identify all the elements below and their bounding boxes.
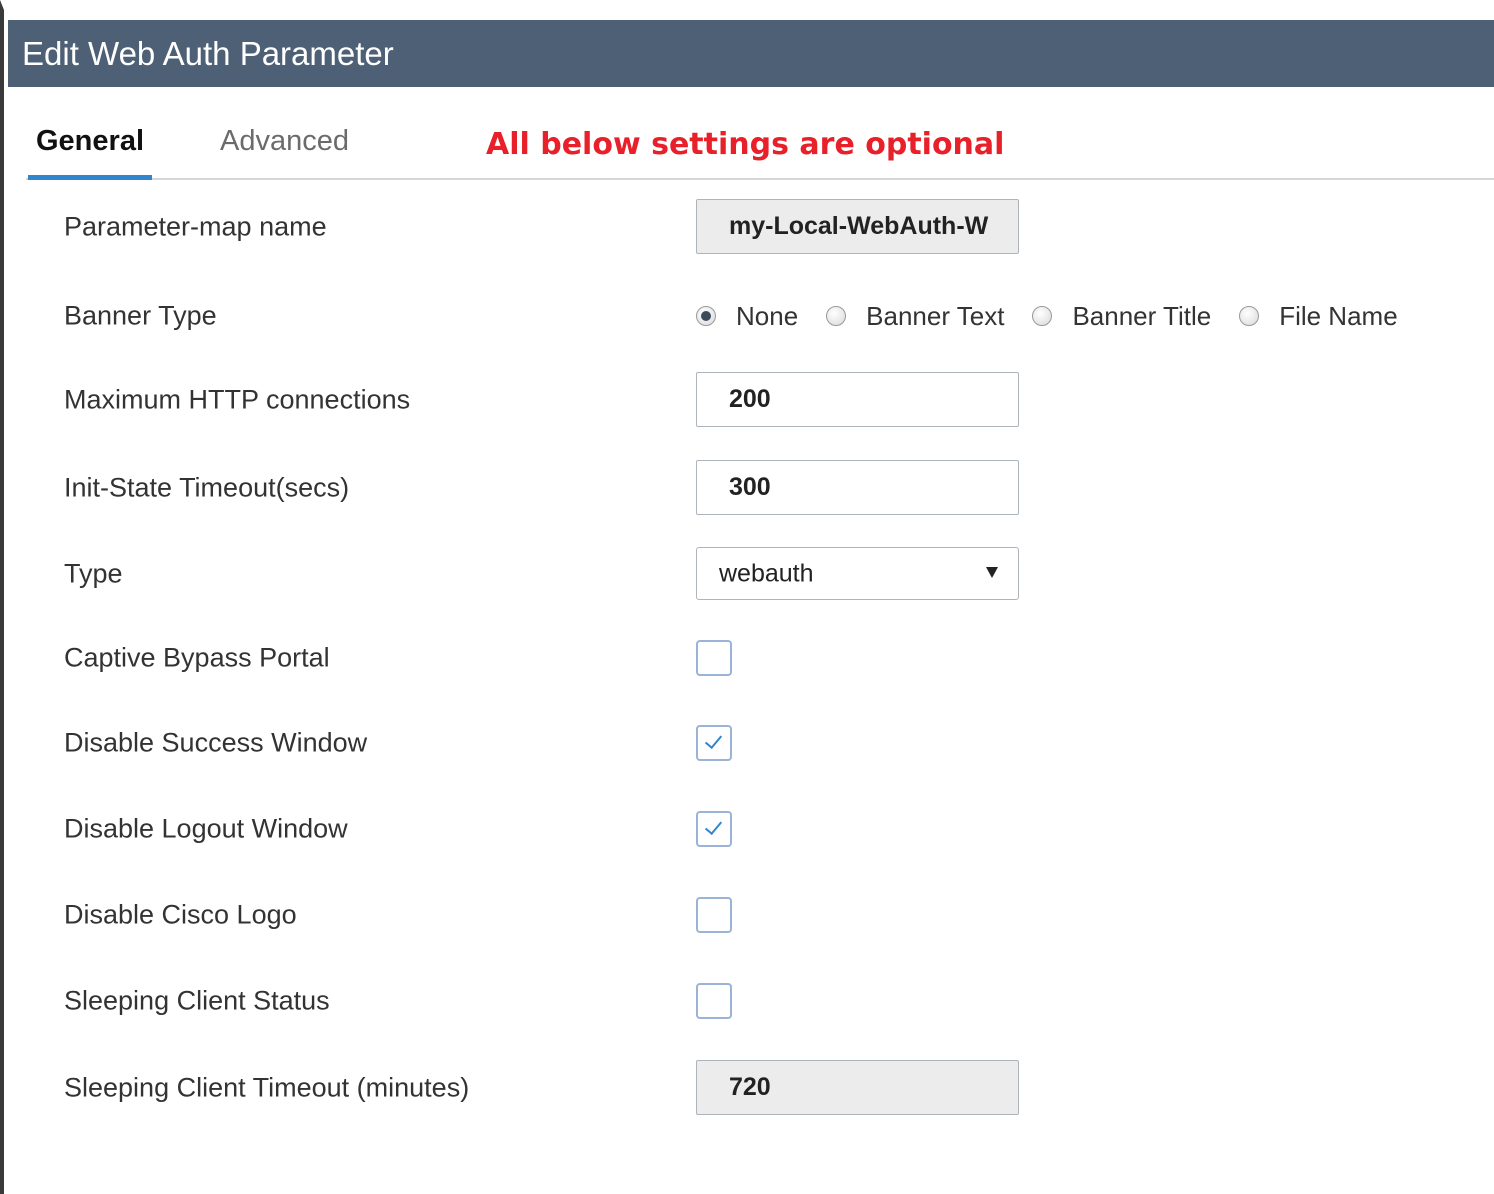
disable-success-window-label: Disable Success Window <box>64 727 368 758</box>
radio-banner-title-icon[interactable] <box>1032 306 1053 326</box>
radio-file-name-icon[interactable] <box>1239 306 1260 326</box>
max-http-connections-label: Maximum HTTP connections <box>64 384 411 415</box>
captive-bypass-portal-label: Captive Bypass Portal <box>64 642 330 673</box>
banner-type-radio-group: None Banner Text Banner Title File Name <box>696 286 1426 346</box>
radio-file-name-label: File Name <box>1279 300 1398 331</box>
init-state-timeout-input[interactable] <box>696 460 1019 515</box>
optional-settings-note: All below settings are optional <box>486 127 1005 162</box>
disable-logout-window-label: Disable Logout Window <box>64 813 348 844</box>
row-captive-bypass-portal: Captive Bypass Portal <box>4 628 1494 688</box>
banner-type-option-none[interactable]: None <box>696 301 798 332</box>
sleeping-client-status-label: Sleeping Client Status <box>64 985 330 1016</box>
parameter-map-name-label: Parameter-map name <box>64 211 327 242</box>
captive-bypass-portal-checkbox[interactable] <box>696 640 732 676</box>
parameter-map-name-input[interactable] <box>696 199 1019 254</box>
row-type: Type webauth <box>4 547 1494 600</box>
type-label: Type <box>64 558 123 588</box>
tab-general[interactable]: General <box>28 118 152 180</box>
banner-type-option-banner-text[interactable]: Banner Text <box>826 301 1004 332</box>
disable-success-window-checkbox[interactable] <box>696 725 732 761</box>
radio-none-icon[interactable] <box>696 306 716 326</box>
tab-advanced[interactable]: Advanced <box>220 118 349 178</box>
disable-cisco-logo-label: Disable Cisco Logo <box>64 899 297 930</box>
type-select[interactable]: webauth <box>696 547 1019 600</box>
banner-type-label: Banner Type <box>64 300 217 331</box>
row-init-state-timeout: Init-State Timeout(secs) <box>4 460 1494 516</box>
edit-web-auth-dialog: Edit Web Auth Parameter General Advanced… <box>0 0 1494 1194</box>
dialog-title: Edit Web Auth Parameter <box>8 20 1494 87</box>
type-select-value: webauth <box>719 559 814 587</box>
caret-down-icon <box>986 567 998 578</box>
row-parameter-map-name: Parameter-map name <box>4 199 1494 255</box>
radio-banner-text-label: Banner Text <box>866 300 1005 331</box>
sleeping-client-timeout-input[interactable] <box>696 1060 1019 1115</box>
banner-type-option-file-name[interactable]: File Name <box>1239 300 1398 332</box>
init-state-timeout-label: Init-State Timeout(secs) <box>64 472 350 503</box>
radio-banner-title-label: Banner Title <box>1072 300 1212 331</box>
row-disable-success-window: Disable Success Window <box>4 713 1494 773</box>
row-max-http-connections: Maximum HTTP connections <box>4 372 1494 428</box>
disable-cisco-logo-checkbox[interactable] <box>696 897 732 933</box>
row-disable-logout-window: Disable Logout Window <box>4 799 1494 859</box>
banner-type-option-banner-title[interactable]: Banner Title <box>1032 301 1211 332</box>
row-banner-type: Banner Type None Banner Text Banner Titl… <box>4 286 1494 346</box>
row-disable-cisco-logo: Disable Cisco Logo <box>4 885 1494 945</box>
sleeping-client-timeout-label: Sleeping Client Timeout (minutes) <box>64 1072 470 1103</box>
sleeping-client-status-checkbox[interactable] <box>696 983 732 1019</box>
max-http-connections-input[interactable] <box>696 372 1019 427</box>
disable-logout-window-checkbox[interactable] <box>696 811 732 847</box>
radio-none-label: None <box>736 300 799 331</box>
row-sleeping-client-status: Sleeping Client Status <box>4 971 1494 1031</box>
row-sleeping-client-timeout: Sleeping Client Timeout (minutes) <box>4 1060 1494 1116</box>
radio-banner-text-icon[interactable] <box>826 306 847 326</box>
